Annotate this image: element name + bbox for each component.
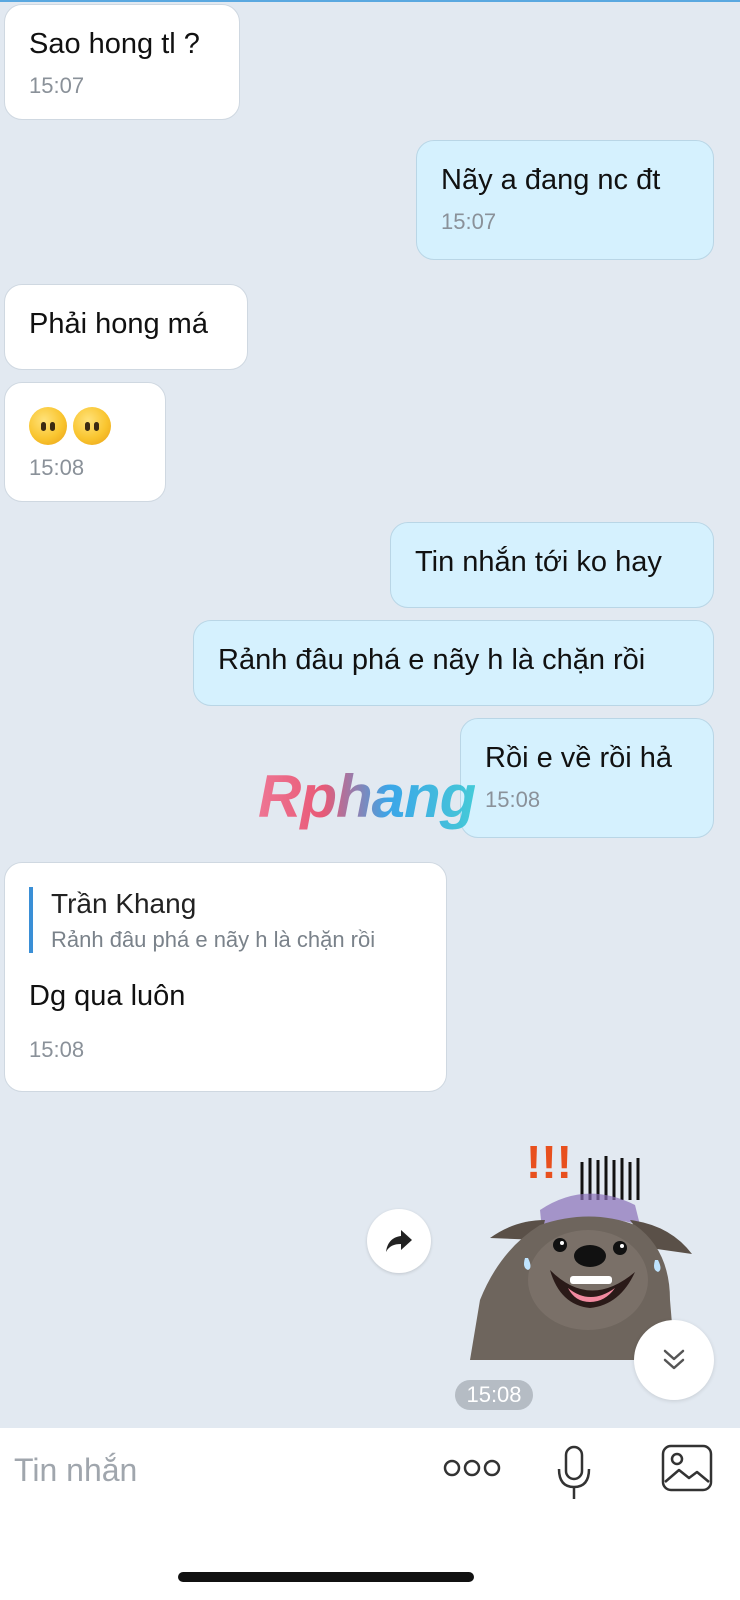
double-chevron-down-icon — [663, 1349, 685, 1370]
image-gallery-icon — [661, 1444, 713, 1492]
message-input[interactable] — [12, 1446, 416, 1494]
message-text: Sao hong tl ? — [29, 28, 200, 60]
neutral-face-icon — [29, 407, 67, 445]
message-text: Tin nhắn tới ko hay — [415, 546, 662, 578]
message-outgoing[interactable]: Tin nhắn tới ko hay — [390, 522, 714, 608]
message-incoming[interactable]: 15:08 — [4, 382, 166, 502]
forward-button[interactable] — [367, 1209, 431, 1273]
message-outgoing[interactable]: Rảnh đâu phá e nãy h là chặn rồi — [193, 620, 714, 706]
more-options-button[interactable] — [440, 1438, 504, 1498]
message-incoming-reply[interactable]: Trần Khang Rảnh đâu phá e nãy h là chặn … — [4, 862, 447, 1092]
svg-text:!!!: !!! — [526, 1136, 572, 1188]
emoji-row — [29, 407, 141, 445]
reply-author: Trần Khang — [51, 888, 197, 919]
message-text: Nãy a đang nc đt — [441, 164, 661, 196]
message-time: 15:07 — [29, 73, 85, 98]
home-indicator — [178, 1572, 474, 1582]
message-time: 15:07 — [441, 209, 497, 234]
message-time: 15:08 — [29, 1037, 85, 1062]
message-time: 15:08 — [485, 787, 541, 812]
more-dots-icon — [443, 1459, 501, 1477]
chat-area[interactable]: Sao hong tl ? 15:07 Nãy a đang nc đt 15:… — [0, 0, 740, 1428]
microphone-icon — [557, 1445, 591, 1499]
scroll-to-bottom-button[interactable] — [634, 1320, 714, 1400]
message-text: Rảnh đâu phá e nãy h là chặn rồi — [218, 644, 646, 676]
message-incoming[interactable]: Phải hong má — [4, 284, 248, 370]
forward-arrow-icon — [386, 1230, 412, 1252]
neutral-face-icon — [73, 407, 111, 445]
message-outgoing[interactable]: Nãy a đang nc đt 15:07 — [416, 140, 714, 260]
message-incoming[interactable]: Sao hong tl ? 15:07 — [4, 4, 240, 120]
message-time: 15:08 — [29, 455, 85, 480]
voice-record-button[interactable] — [554, 1438, 594, 1508]
message-outgoing[interactable]: Rồi e về rồi hả 15:08 — [460, 718, 714, 838]
message-text: Rồi e về rồi hả — [485, 742, 672, 774]
reply-quote[interactable]: Trần Khang Rảnh đâu phá e nãy h là chặn … — [29, 887, 422, 953]
gallery-button[interactable] — [660, 1438, 714, 1498]
message-text: Dg qua luôn — [29, 980, 186, 1012]
message-text: Phải hong má — [29, 308, 208, 340]
reply-quoted-text: Rảnh đâu phá e nãy h là chặn rồi — [51, 927, 376, 952]
watermark-logo: Rphang — [258, 763, 476, 830]
message-composer — [0, 1428, 740, 1600]
sticker-time: 15:08 — [455, 1380, 533, 1410]
